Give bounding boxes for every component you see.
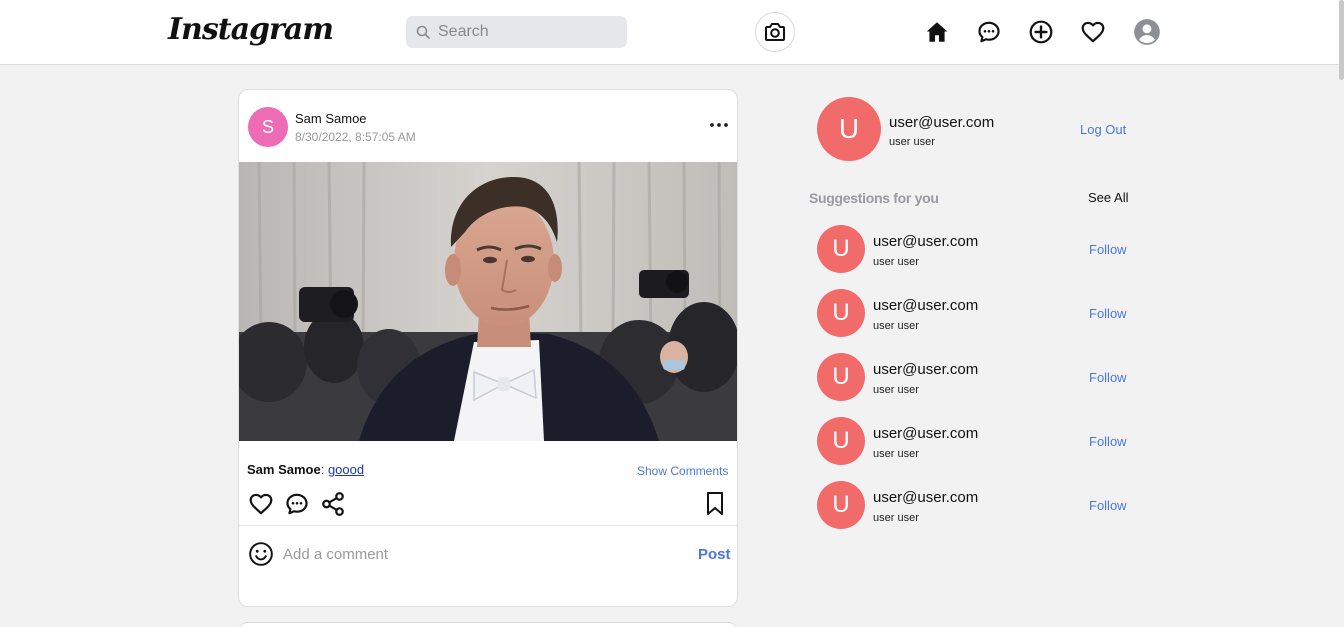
current-user-name: user user xyxy=(889,136,935,148)
suggestion-avatar[interactable]: U xyxy=(817,225,865,273)
post-photo-portrait xyxy=(239,162,737,441)
home-button[interactable] xyxy=(923,18,951,46)
page-scrollbar[interactable] xyxy=(1339,0,1344,627)
follow-button[interactable]: Follow xyxy=(1089,498,1127,513)
activity-button[interactable] xyxy=(1079,18,1107,46)
post-author-avatar[interactable]: S xyxy=(248,107,288,147)
like-button[interactable] xyxy=(247,490,275,518)
follow-button[interactable]: Follow xyxy=(1089,306,1127,321)
post-comment-button[interactable]: Post xyxy=(698,546,731,563)
suggestion-item: U user@user.com user user Follow xyxy=(817,225,1137,273)
see-all-link[interactable]: See All xyxy=(1088,190,1128,205)
messages-button[interactable] xyxy=(975,18,1003,46)
suggestion-name: user user xyxy=(873,320,919,332)
suggestion-name: user user xyxy=(873,448,919,460)
share-icon xyxy=(322,492,344,516)
suggestion-item: U user@user.com user user Follow xyxy=(817,353,1137,401)
add-post-button[interactable] xyxy=(1027,18,1055,46)
post-card: S Sam Samoe 8/30/2022, 8:57:05 AM Sam Sa… xyxy=(238,89,738,607)
search-box[interactable] xyxy=(406,16,627,48)
share-button[interactable] xyxy=(319,490,347,518)
bookmark-icon xyxy=(707,492,723,515)
suggestion-avatar[interactable]: U xyxy=(817,289,865,337)
show-comments-link[interactable]: Show Comments xyxy=(637,464,728,478)
suggestion-email[interactable]: user@user.com xyxy=(873,489,978,506)
post-timestamp: 8/30/2022, 8:57:05 AM xyxy=(295,130,416,144)
suggestion-email[interactable]: user@user.com xyxy=(873,233,978,250)
add-post-icon xyxy=(1029,20,1053,44)
search-input[interactable] xyxy=(438,16,618,48)
camera-button[interactable] xyxy=(755,12,795,52)
comment-icon xyxy=(286,493,308,515)
suggestion-name: user user xyxy=(873,384,919,396)
instagram-logo[interactable]: Instagram xyxy=(168,12,334,47)
follow-button[interactable]: Follow xyxy=(1089,242,1127,257)
suggestion-email[interactable]: user@user.com xyxy=(873,361,978,378)
scrollbar-thumb[interactable] xyxy=(1339,0,1344,80)
more-options-icon xyxy=(710,123,728,127)
comment-input[interactable] xyxy=(283,542,623,566)
save-button[interactable] xyxy=(701,490,729,518)
post-divider xyxy=(239,525,737,526)
profile-icon xyxy=(1134,19,1160,45)
current-user-avatar[interactable]: U xyxy=(817,97,881,161)
post-image[interactable] xyxy=(239,162,737,441)
caption-separator: : xyxy=(320,462,328,477)
caption-author[interactable]: Sam Samoe xyxy=(247,462,321,477)
follow-button[interactable]: Follow xyxy=(1089,370,1127,385)
suggestion-avatar[interactable]: U xyxy=(817,353,865,401)
heart-icon xyxy=(249,493,273,515)
messages-icon xyxy=(978,21,1000,43)
suggestion-email[interactable]: user@user.com xyxy=(873,425,978,442)
caption-text-link[interactable]: goood xyxy=(328,462,364,477)
heart-icon xyxy=(1081,21,1105,43)
home-icon xyxy=(926,22,948,42)
next-post-card xyxy=(238,622,738,627)
suggestion-name: user user xyxy=(873,512,919,524)
suggestion-avatar[interactable]: U xyxy=(817,481,865,529)
suggestions-heading: Suggestions for you xyxy=(809,190,939,206)
suggestion-item: U user@user.com user user Follow xyxy=(817,417,1137,465)
search-icon xyxy=(416,25,430,39)
post-caption: Sam Samoe: goood xyxy=(247,462,364,477)
suggestion-item: U user@user.com user user Follow xyxy=(817,289,1137,337)
post-options-button[interactable] xyxy=(709,118,729,132)
top-navbar: Instagram xyxy=(0,0,1344,65)
post-author-name[interactable]: Sam Samoe xyxy=(295,111,367,126)
logout-button[interactable]: Log Out xyxy=(1080,122,1126,137)
profile-button[interactable] xyxy=(1133,18,1161,46)
comment-button[interactable] xyxy=(283,490,311,518)
current-user-email[interactable]: user@user.com xyxy=(889,114,994,131)
suggestion-name: user user xyxy=(873,256,919,268)
follow-button[interactable]: Follow xyxy=(1089,434,1127,449)
suggestion-item: U user@user.com user user Follow xyxy=(817,481,1137,529)
camera-icon xyxy=(765,23,785,41)
suggestion-email[interactable]: user@user.com xyxy=(873,297,978,314)
emoji-icon[interactable] xyxy=(248,541,274,567)
suggestion-avatar[interactable]: U xyxy=(817,417,865,465)
